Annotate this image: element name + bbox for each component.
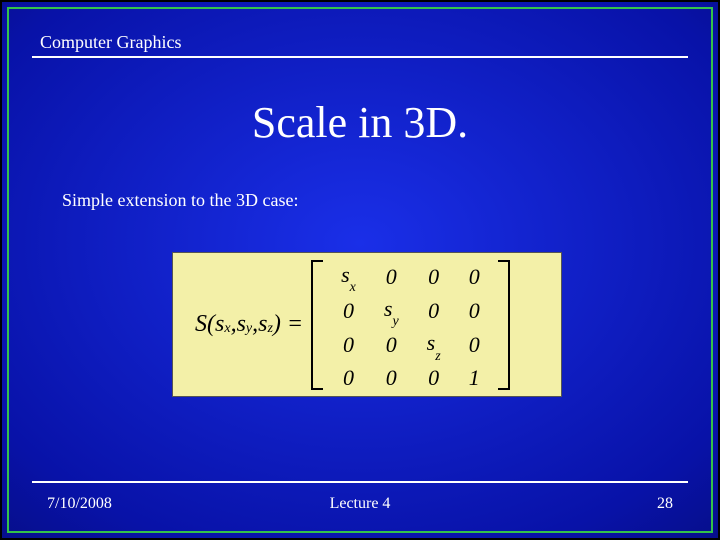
matrix-cell: sx	[327, 260, 370, 294]
matrix-cell: 0	[455, 328, 494, 362]
cell-val: 0	[469, 298, 480, 323]
matrix: sx 0 0 0 0 sy 0 0 0 0 sz 0	[327, 260, 494, 393]
cell-val: 0	[428, 298, 439, 323]
slide: Computer Graphics Scale in 3D. Simple ex…	[0, 0, 720, 540]
cell-val: 0	[343, 365, 354, 390]
cell-val: s	[341, 262, 350, 287]
open-paren: (	[207, 311, 215, 338]
cell-val: 1	[469, 365, 480, 390]
arg-0-sub: x	[224, 321, 230, 337]
matrix-cell: sz	[413, 328, 455, 362]
eq: ) =	[273, 311, 303, 338]
bracket-right	[498, 260, 510, 390]
cell-sub: z	[435, 349, 440, 364]
formula-box: S(sx, sy, sz) = sx 0 0 0 0 sy 0 0 0	[172, 252, 562, 397]
matrix-row: sx 0 0 0	[327, 260, 494, 294]
matrix-row: 0 0 sz 0	[327, 328, 494, 362]
cell-val: 0	[343, 332, 354, 357]
matrix-cell: sy	[370, 294, 413, 328]
matrix-cell: 0	[413, 363, 455, 393]
footer-page: 28	[657, 495, 673, 513]
formula-lhs: S(sx, sy, sz) =	[195, 311, 303, 338]
matrix-cell: 0	[413, 260, 455, 294]
header-divider	[32, 56, 688, 58]
footer-divider	[32, 481, 688, 483]
matrix-row: 0 sy 0 0	[327, 294, 494, 328]
header: Computer Graphics	[32, 32, 688, 58]
cell-val: 0	[428, 365, 439, 390]
matrix-cell: 0	[455, 260, 494, 294]
matrix-cell: 0	[327, 363, 370, 393]
matrix-cell: 0	[370, 328, 413, 362]
matrix-cell: 1	[455, 363, 494, 393]
matrix-cell: 0	[370, 260, 413, 294]
footer-center: Lecture 4	[2, 495, 718, 513]
matrix-cell: 0	[327, 328, 370, 362]
bracket-left	[311, 260, 323, 390]
cell-val: 0	[386, 264, 397, 289]
cell-sub: x	[350, 280, 356, 295]
matrix-row: 0 0 0 1	[327, 363, 494, 393]
cell-sub: y	[392, 314, 398, 329]
course-label: Computer Graphics	[32, 32, 688, 56]
matrix-cell: 0	[327, 294, 370, 328]
cell-val: 0	[469, 332, 480, 357]
matrix-wrap: sx 0 0 0 0 sy 0 0 0 0 sz 0	[311, 260, 510, 390]
cell-val: 0	[386, 332, 397, 357]
matrix-cell: 0	[370, 363, 413, 393]
arg-1: s	[237, 311, 246, 338]
cell-val: 0	[428, 264, 439, 289]
cell-val: 0	[469, 264, 480, 289]
matrix-cell: 0	[455, 294, 494, 328]
cell-val: 0	[343, 298, 354, 323]
intro-text: Simple extension to the 3D case:	[62, 190, 298, 211]
func-name: S	[195, 311, 207, 338]
arg-0: s	[215, 311, 224, 338]
cell-val: s	[427, 330, 436, 355]
arg-1-sub: y	[246, 321, 252, 337]
arg-2-sub: z	[267, 321, 272, 337]
cell-val: 0	[386, 365, 397, 390]
page-title: Scale in 3D.	[2, 97, 718, 148]
matrix-cell: 0	[413, 294, 455, 328]
